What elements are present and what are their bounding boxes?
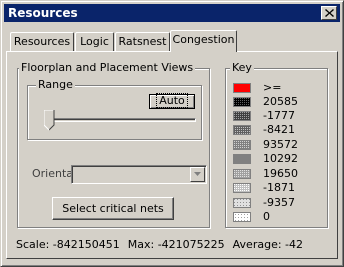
max-value: Max: -421075225 [127, 238, 225, 251]
key-swatch-dark-1 [233, 111, 251, 121]
select-critical-nets-button[interactable]: Select critical nets [52, 197, 174, 220]
auto-button-label: Auto [156, 93, 188, 108]
resources-window: Resources Resources Logic Ratsnest Conge… [0, 0, 344, 267]
tab-resources[interactable]: Resources [10, 32, 74, 51]
range-slider-track[interactable] [46, 118, 196, 122]
tab-logic-label: Logic [80, 35, 109, 48]
key-item-label: 0 [263, 211, 270, 223]
tab-congestion-label: Congestion [172, 33, 235, 46]
key-item-label: -8421 [263, 124, 295, 136]
range-group-label: Range [36, 78, 75, 91]
key-item-label: >= [263, 82, 282, 94]
select-critical-nets-label: Select critical nets [62, 202, 164, 215]
key-item-label: -1871 [263, 182, 295, 194]
window-title: Resources [8, 6, 78, 20]
key-item-label: -1777 [263, 110, 295, 122]
key-swatch-light-1 [233, 183, 251, 193]
key-swatch-white-dots [233, 212, 251, 222]
auto-button[interactable]: Auto [149, 93, 195, 109]
range-slider-thumb[interactable] [44, 110, 55, 131]
title-bar[interactable]: Resources [4, 4, 340, 22]
key-item-label: 19650 [263, 168, 298, 180]
tab-resources-label: Resources [13, 35, 71, 48]
key-swatch-dense-dark [233, 97, 251, 107]
orientation-select[interactable] [71, 165, 207, 184]
key-swatch-mid-2 [233, 169, 251, 179]
key-swatch-solid-gray [233, 154, 251, 164]
average-value: Average: -421075225 [232, 238, 303, 251]
key-item-label: 10292 [263, 153, 298, 165]
key-swatch-red [233, 83, 251, 93]
tab-logic[interactable]: Logic [75, 32, 114, 51]
close-icon [325, 9, 334, 17]
tab-congestion[interactable]: Congestion [170, 30, 237, 52]
key-swatch-mid-1 [233, 140, 251, 150]
key-item-label: -9357 [263, 197, 295, 209]
tab-ratsnest-label: Ratsnest [118, 35, 167, 48]
status-line: Scale: -842150451 Max: -421075225 Average:… [16, 238, 303, 251]
key-item-label: 20585 [263, 96, 298, 108]
chevron-down-icon [194, 172, 201, 176]
key-swatch-light-2 [233, 198, 251, 208]
scale-value: Scale: -842150451 [16, 238, 120, 251]
close-button[interactable] [321, 6, 337, 20]
key-item-label: 93572 [263, 139, 298, 151]
floorplan-group-label: Floorplan and Placement Views [19, 61, 196, 74]
orientation-dropdown-button[interactable] [190, 167, 205, 182]
key-group-label: Key [230, 61, 254, 74]
tab-ratsnest[interactable]: Ratsnest [115, 32, 170, 51]
key-swatch-dark-2 [233, 125, 251, 135]
